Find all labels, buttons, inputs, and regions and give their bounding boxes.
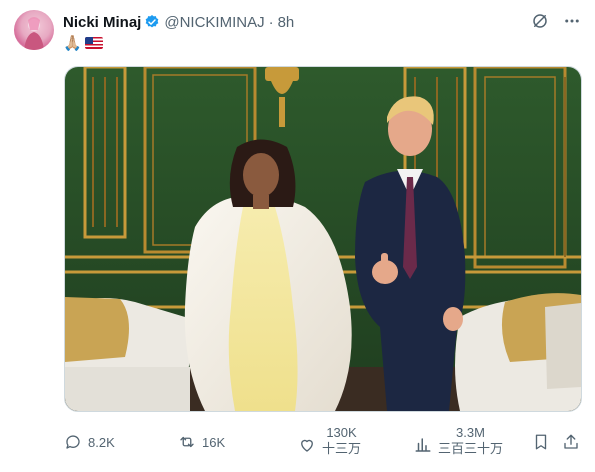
repost-icon: [180, 436, 194, 448]
views-button[interactable]: 3.3M 三百三十万: [414, 425, 503, 457]
tweet-photo[interactable]: [64, 66, 582, 412]
us-flag-icon: [84, 37, 103, 49]
view-count-chinese: 三百三十万: [438, 441, 504, 456]
share-button[interactable]: [562, 433, 580, 451]
share-icon: [564, 434, 578, 449]
reply-button[interactable]: 8.2K: [64, 433, 115, 451]
header-actions: [531, 12, 581, 30]
tweet-text: 🙏🏼: [63, 34, 103, 52]
reply-count: 8.2K: [88, 434, 115, 450]
more-options-icon[interactable]: [563, 12, 581, 30]
tweet-actions: 8.2K 16K 130K 十三万 3.3M 三百三十万: [64, 425, 581, 465]
separator-dot: ·: [268, 13, 274, 31]
tweet-time[interactable]: 8h: [278, 14, 295, 31]
bookmark-icon: [535, 434, 547, 450]
analytics-icon: [415, 438, 431, 452]
like-count-chinese: 十三万: [322, 441, 362, 456]
reply-icon: [66, 435, 80, 449]
repost-button[interactable]: 16K: [178, 433, 225, 451]
view-count: 3.3M: [456, 425, 485, 440]
like-count: 130K: [326, 425, 357, 440]
grok-icon[interactable]: [531, 12, 549, 30]
heart-icon: [301, 439, 313, 452]
praying-hands-emoji: 🙏🏼: [63, 35, 82, 52]
author-handle[interactable]: @NICKIMINAJ: [164, 14, 264, 31]
verified-badge-icon: [144, 14, 160, 30]
repost-count: 16K: [202, 434, 226, 450]
author-avatar[interactable]: [14, 10, 54, 50]
tweet-header: Nicki Minaj @NICKIMINAJ · 8h: [63, 12, 585, 32]
bookmark-button[interactable]: [532, 433, 550, 451]
author-name[interactable]: Nicki Minaj: [63, 14, 141, 31]
like-button[interactable]: 130K 十三万: [298, 425, 361, 457]
